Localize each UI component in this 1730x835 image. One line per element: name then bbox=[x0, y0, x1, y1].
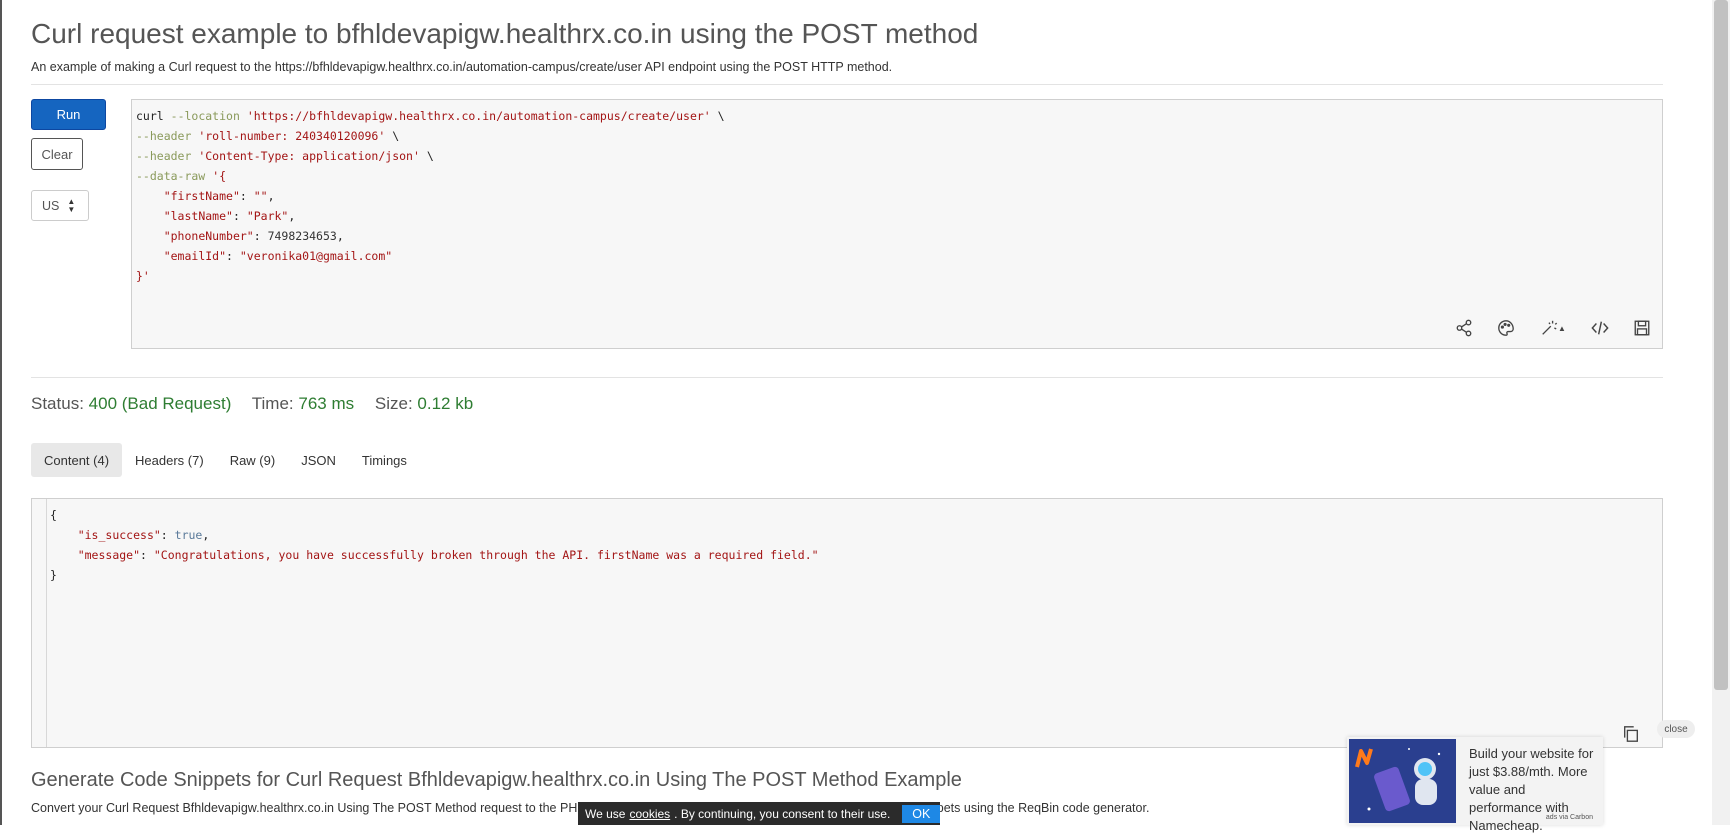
code-token: "emailId" bbox=[163, 249, 227, 263]
code-token: "firstName" bbox=[163, 189, 240, 203]
scrollbar-thumb[interactable] bbox=[1714, 0, 1728, 690]
clear-button[interactable]: Clear bbox=[31, 138, 83, 170]
request-editor[interactable]: curl --location 'https://bfhldevapigw.he… bbox=[131, 99, 1663, 349]
response-body[interactable]: { "is_success": true, "message": "Congra… bbox=[31, 498, 1663, 748]
code-token: { bbox=[50, 508, 57, 522]
editor-toolbar: ▲ bbox=[1452, 316, 1654, 340]
cookies-link[interactable]: cookies bbox=[629, 807, 670, 821]
select-arrows-icon: ▲ ▼ bbox=[67, 196, 76, 214]
request-code: curl --location 'https://bfhldevapigw.he… bbox=[136, 109, 725, 283]
code-token: '{ bbox=[212, 169, 227, 183]
save-icon[interactable] bbox=[1630, 316, 1654, 340]
code-token: \ bbox=[717, 109, 725, 123]
cookie-text-before: We use bbox=[585, 806, 626, 821]
time-label: Time: bbox=[251, 394, 294, 413]
code-token: --location bbox=[170, 109, 240, 123]
region-select-value: US bbox=[42, 198, 60, 213]
code-token: "Park" bbox=[246, 209, 289, 223]
code-token: 'https://bfhldevapigw.healthrx.co.in/aut… bbox=[246, 109, 711, 123]
tab-raw[interactable]: Raw (9) bbox=[217, 443, 289, 477]
code-token: "" bbox=[253, 189, 268, 203]
tab-headers[interactable]: Headers (7) bbox=[122, 443, 217, 477]
divider bbox=[31, 84, 1663, 85]
page-title: Curl request example to bfhldevapigw.hea… bbox=[31, 18, 979, 49]
page-subtitle: An example of making a Curl request to t… bbox=[31, 60, 893, 74]
ad-text[interactable]: Build your website for just $3.88/mth. M… bbox=[1469, 745, 1601, 835]
code-token: } bbox=[50, 568, 57, 582]
size-value: 0.12 kb bbox=[417, 394, 474, 413]
response-summary: Status: 400 (Bad Request) Time: 763 ms S… bbox=[31, 394, 473, 414]
share-icon[interactable] bbox=[1452, 316, 1476, 340]
window-edge bbox=[0, 0, 2, 825]
response-tabs: Content (4) Headers (7) Raw (9) JSON Tim… bbox=[31, 443, 420, 477]
tab-timings[interactable]: Timings bbox=[349, 443, 420, 477]
code-token: 7498234653 bbox=[267, 229, 337, 243]
palette-icon[interactable] bbox=[1494, 316, 1518, 340]
code-token: "veronika01@gmail.com" bbox=[239, 249, 393, 263]
code-token: --header bbox=[136, 129, 192, 143]
code-token: }' bbox=[136, 269, 150, 283]
run-button[interactable]: Run bbox=[31, 99, 106, 130]
code-token: 'roll-number: 240340120096' bbox=[198, 129, 386, 143]
ad-image[interactable] bbox=[1349, 739, 1456, 823]
caret-up-icon: ▲ bbox=[1558, 323, 1566, 333]
size-label: Size: bbox=[374, 394, 413, 413]
code-token: true bbox=[174, 528, 203, 542]
carbon-ad[interactable]: Build your website for just $3.88/mth. M… bbox=[1347, 737, 1603, 833]
code-token: --header bbox=[136, 149, 192, 163]
response-code: { "is_success": true, "message": "Congra… bbox=[50, 508, 819, 582]
code-token: "is_success" bbox=[77, 528, 161, 542]
copy-icon[interactable] bbox=[1622, 725, 1640, 743]
cookie-banner: We use cookies . By continuing, you conse… bbox=[578, 802, 941, 825]
status-label: Status: bbox=[31, 394, 84, 413]
tab-json[interactable]: JSON bbox=[288, 443, 349, 477]
cookie-ok-button[interactable]: OK bbox=[902, 804, 941, 823]
code-token: "lastName" bbox=[163, 209, 233, 223]
status-value: 400 (Bad Request) bbox=[88, 394, 232, 413]
ad-via[interactable]: ads via Carbon bbox=[1546, 814, 1593, 821]
cookie-text-after: . By continuing, you consent to their us… bbox=[674, 806, 891, 821]
magic-wand-icon[interactable]: ▲ bbox=[1536, 316, 1570, 340]
divider bbox=[31, 377, 1663, 378]
code-token: --data-raw bbox=[136, 169, 206, 183]
code-token: "phoneNumber" bbox=[163, 229, 254, 243]
code-token: 'Content-Type: application/json' bbox=[198, 149, 420, 163]
tab-content[interactable]: Content (4) bbox=[31, 443, 123, 477]
code-token: \ bbox=[426, 149, 434, 163]
code-icon[interactable] bbox=[1588, 316, 1612, 340]
region-select[interactable]: US ▲ ▼ bbox=[31, 190, 89, 221]
code-token: \ bbox=[392, 129, 400, 143]
gutter bbox=[46, 499, 47, 747]
section-heading: Generate Code Snippets for Curl Request … bbox=[31, 769, 962, 791]
time-value: 763 ms bbox=[298, 394, 355, 413]
code-token: curl bbox=[136, 109, 164, 123]
ad-close-button[interactable]: close bbox=[1657, 720, 1695, 738]
code-token: "Congratulations, you have successfully … bbox=[153, 548, 819, 562]
code-token: "message" bbox=[77, 548, 141, 562]
